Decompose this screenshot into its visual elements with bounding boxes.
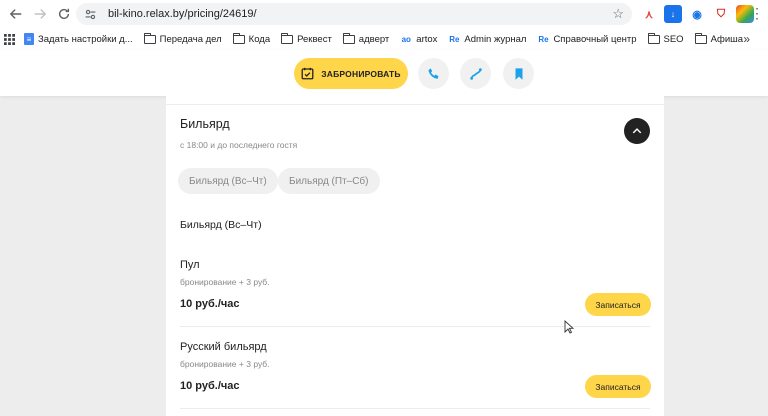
folder-icon <box>694 32 707 44</box>
book-button[interactable]: ЗАБРОНИРОВАТЬ <box>294 58 408 89</box>
bookmark-item[interactable]: ao artox <box>400 33 438 45</box>
route-button[interactable] <box>460 58 491 89</box>
bookmark-item[interactable]: Передача дел <box>143 32 222 45</box>
folder-icon <box>232 32 245 44</box>
item-name: Пул <box>180 259 200 271</box>
browser-toolbar: bil-kino.relax.by/pricing/24619/ ☆ ⋏ ↓ ◉… <box>0 0 768 28</box>
section-title: Бильярд <box>180 117 230 131</box>
folder-icon <box>143 32 156 44</box>
bookmark-star-icon[interactable]: ☆ <box>612 6 624 22</box>
signup-button[interactable]: Записаться <box>585 375 651 398</box>
item-note: бронирование + 3 руб. <box>180 359 270 369</box>
phone-button[interactable] <box>418 58 449 89</box>
tab-billiards-sun-thu[interactable]: Бильярд (Вс–Чт) <box>178 168 278 194</box>
site-info-icon[interactable] <box>84 7 98 21</box>
site-header: ЗАБРОНИРОВАТЬ <box>0 50 768 96</box>
shield-extension-icon[interactable]: ⛉ <box>712 5 730 23</box>
more-bookmarks-icon[interactable]: » <box>743 32 750 46</box>
divider <box>166 104 664 105</box>
tab-billiards-fri-sat[interactable]: Бильярд (Пт–Сб) <box>278 168 380 194</box>
item-note: бронирование + 3 руб. <box>180 277 270 287</box>
pricing-card: Бильярд с 18:00 и до последнего гостя Би… <box>166 96 664 416</box>
bookmark-icon <box>515 67 522 80</box>
bookmark-item[interactable]: Re Admin журнал <box>448 33 526 45</box>
calendar-check-icon <box>301 67 314 80</box>
reload-icon[interactable] <box>52 2 76 26</box>
site-icon: Re <box>449 34 460 44</box>
browser-menu-icon[interactable]: ⋮ <box>750 5 764 22</box>
download-extension-icon[interactable]: ↓ <box>664 5 682 23</box>
folder-icon <box>342 32 355 44</box>
group-title: Бильярд (Вс–Чт) <box>180 219 262 231</box>
phone-icon <box>427 67 438 79</box>
mouse-cursor-icon <box>564 320 574 334</box>
item-divider <box>180 326 650 327</box>
forward-icon[interactable] <box>28 2 52 26</box>
site-icon: Re <box>538 34 549 44</box>
bookmark-item[interactable]: Кода <box>232 32 270 45</box>
chevron-up-icon <box>632 128 642 134</box>
extension-icon[interactable]: ⋏ <box>640 5 658 23</box>
bookmark-item[interactable]: Реквест <box>281 32 332 45</box>
item-price: 10 руб./час <box>180 298 240 310</box>
site-icon: ao <box>401 34 411 44</box>
item-name: Русский бильярд <box>180 341 267 353</box>
url-text: bil-kino.relax.by/pricing/24619/ <box>108 8 257 20</box>
route-icon <box>469 67 482 80</box>
bookmark-button[interactable] <box>503 58 534 89</box>
item-divider <box>180 408 650 409</box>
bookmark-item[interactable]: Re Справочный центр <box>537 33 636 45</box>
bookmark-item[interactable]: Афиша <box>694 32 743 45</box>
bookmarks-bar: ≡ Задать настройки д... Передача дел Код… <box>0 28 768 50</box>
folder-icon <box>281 32 294 44</box>
bookmark-item[interactable]: адверт <box>342 32 389 45</box>
item-price: 10 руб./час <box>180 380 240 392</box>
doc-icon: ≡ <box>24 33 34 45</box>
bookmark-item[interactable]: ≡ Задать настройки д... <box>24 33 133 45</box>
eye-extension-icon[interactable]: ◉ <box>688 5 706 23</box>
collapse-button[interactable] <box>624 118 650 144</box>
apps-icon[interactable] <box>4 33 15 45</box>
back-icon[interactable] <box>4 2 28 26</box>
address-bar[interactable]: bil-kino.relax.by/pricing/24619/ ☆ <box>76 3 632 25</box>
bookmark-item[interactable]: SEO <box>647 32 684 45</box>
signup-button[interactable]: Записаться <box>585 293 651 316</box>
section-hours: с 18:00 и до последнего гостя <box>180 140 298 150</box>
folder-icon <box>647 32 660 44</box>
